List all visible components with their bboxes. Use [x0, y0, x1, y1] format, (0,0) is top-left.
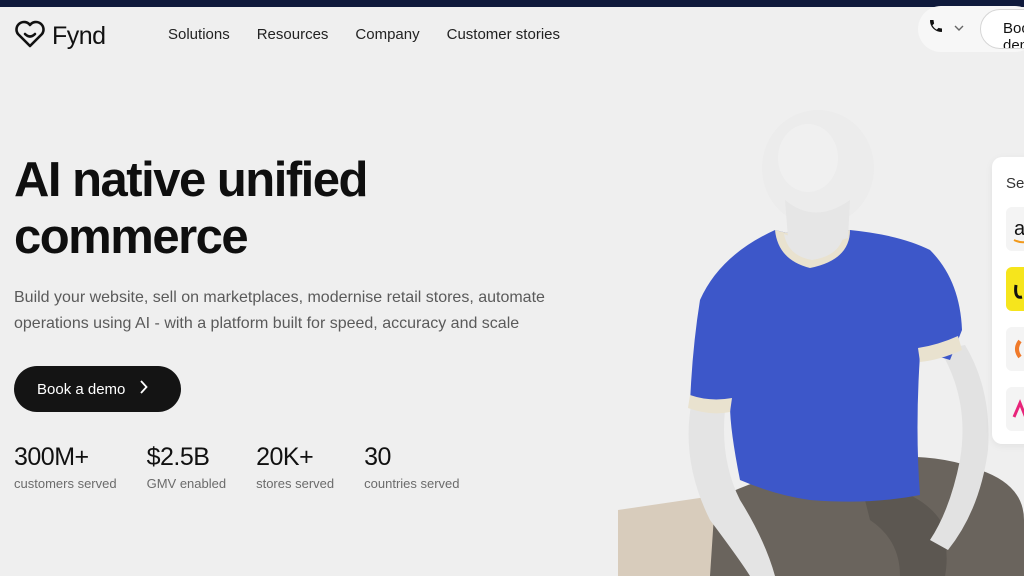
- svg-text:a: a: [1014, 218, 1024, 240]
- stat-countries: 30 countries served: [364, 443, 459, 491]
- phone-icon: [928, 18, 944, 39]
- marketplace-panel-label: Se: [1006, 175, 1024, 192]
- marketplace-panel: Se a: [992, 157, 1024, 444]
- stat-value: 20K+: [256, 443, 314, 471]
- brand-name: Fynd: [52, 22, 106, 50]
- stat-customers: 300M+ customers served: [14, 443, 117, 491]
- stat-stores: 20K+ stores served: [256, 443, 334, 491]
- top-strip: [0, 0, 1024, 7]
- book-demo-button[interactable]: Book a demo: [14, 366, 181, 412]
- navbar: Fynd Solutions Resources Company Custome…: [0, 7, 1024, 63]
- fynd-logo-icon: [14, 19, 46, 54]
- hero-subtitle: Build your website, sell on marketplaces…: [14, 289, 545, 332]
- stats-row: 300M+ customers served $2.5B GMV enabled…: [14, 443, 490, 491]
- stat-label: GMV enabled: [146, 476, 227, 491]
- hero-title-line-2: commerce: [14, 210, 249, 264]
- stat-label: stores served: [256, 476, 335, 491]
- main-menu: Solutions Resources Company Customer sto…: [168, 26, 560, 43]
- stat-value: $2.5B: [146, 443, 210, 471]
- stat-value: 30: [364, 443, 391, 471]
- phone-dropdown[interactable]: [928, 18, 964, 39]
- nav-book-demo-button[interactable]: Book a demo: [980, 9, 1024, 49]
- marketplace-logo-tile[interactable]: [1006, 327, 1024, 371]
- mannequin-illustration: [618, 110, 1024, 576]
- marketplace-logo-tile[interactable]: [1006, 387, 1024, 431]
- chevron-right-icon: [139, 380, 149, 398]
- menu-item-customer-stories[interactable]: Customer stories: [447, 26, 560, 43]
- chevron-down-icon: [954, 20, 964, 38]
- marketplace-logo-tile[interactable]: a: [1006, 207, 1024, 251]
- stat-value: 300M+: [14, 443, 89, 471]
- menu-item-company[interactable]: Company: [355, 26, 419, 43]
- menu-item-solutions[interactable]: Solutions: [168, 26, 230, 43]
- hero-title-line-1: AI native unified: [14, 153, 368, 207]
- stat-gmv: $2.5B GMV enabled: [147, 443, 227, 491]
- logo[interactable]: Fynd: [14, 19, 106, 54]
- stat-label: countries served: [364, 476, 460, 491]
- hero-title: AI native unified commerce: [14, 152, 434, 266]
- book-demo-label: Book a demo: [37, 380, 126, 398]
- stat-label: customers served: [14, 476, 117, 491]
- menu-item-resources[interactable]: Resources: [257, 26, 329, 43]
- marketplace-logo-tile[interactable]: [1006, 267, 1024, 311]
